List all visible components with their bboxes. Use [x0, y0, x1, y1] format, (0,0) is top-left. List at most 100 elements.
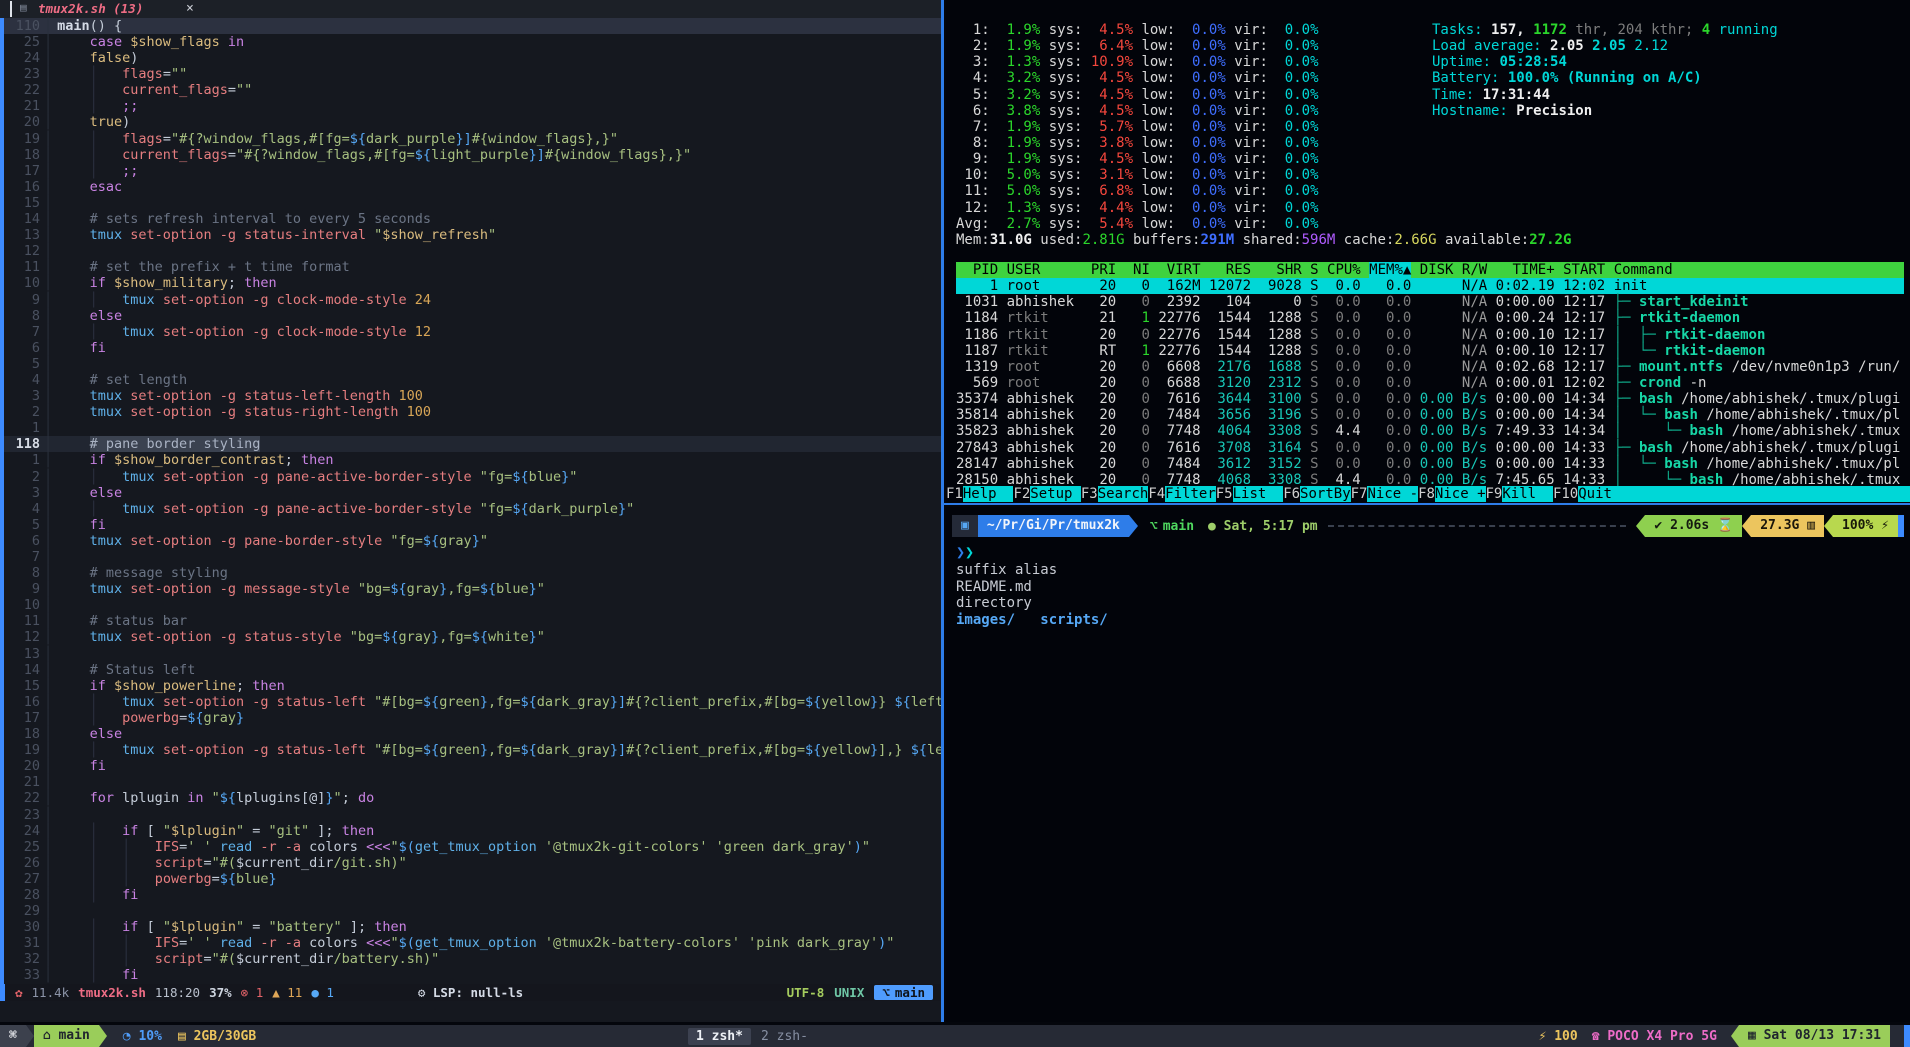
fkey-f10[interactable]: F10 — [1553, 486, 1578, 502]
gutter-separator: │ — [40, 967, 57, 983]
fkey-f9[interactable]: F9 — [1486, 486, 1503, 502]
gutter-separator: │ — [40, 308, 57, 324]
process-row[interactable]: 1031 abhishek 20 0 2392 104 0 S 0.0 0.0 … — [956, 294, 1904, 310]
line-number: 17 — [4, 710, 40, 726]
gutter-separator: │ — [40, 211, 57, 227]
shell-prompt-arrows[interactable]: ❯❯ — [956, 543, 974, 561]
fkey-label-list[interactable]: List — [1233, 486, 1284, 502]
line-number: 32 — [4, 951, 40, 967]
code-line: 118│ # pane border styling — [4, 436, 941, 452]
line-number: 11 — [4, 259, 40, 275]
date-time: ▦ Sat 08/13 17:31 — [1739, 1025, 1890, 1047]
scroll-percent: 37% — [209, 985, 232, 1000]
column-header-s[interactable]: S — [1310, 262, 1318, 278]
gutter-separator: │ — [40, 114, 57, 130]
code-line: 11│ # set the prefix + t time format — [4, 259, 941, 275]
directory-entry[interactable]: scripts/ — [1040, 612, 1124, 628]
git-branch-icon: ⌥ — [1150, 519, 1158, 534]
process-row[interactable]: 1184 rtkit 21 1 22776 1544 1288 S 0.0 0.… — [956, 310, 1904, 326]
tmux-window-active[interactable]: 1 zsh* — [688, 1028, 751, 1045]
system-info-row: Tasks: 157, 1172 thr, 204 kthr; 4 runnin… — [1432, 22, 1778, 38]
directory-entry[interactable]: images/ — [956, 612, 1040, 628]
cpu-row: Avg: 2.7% sys: 5.4% low: 0.0% vir: 0.0% — [956, 216, 1571, 232]
line-number: 2 — [4, 469, 40, 485]
pane-border-vertical[interactable] — [941, 0, 944, 1022]
column-header-pid[interactable]: PID — [956, 262, 998, 278]
gutter-separator: │ — [40, 292, 57, 308]
gutter-separator: │ — [40, 34, 57, 50]
gutter-separator: │ — [40, 951, 57, 967]
column-header-ni[interactable]: NI — [1125, 262, 1150, 278]
column-header-mem%[interactable]: MEM%▲ — [1369, 262, 1411, 278]
session-name[interactable]: ⌂ main — [34, 1025, 99, 1047]
column-header-pri[interactable]: PRI — [1091, 262, 1116, 278]
fkey-label-nice[interactable]: Nice - — [1367, 486, 1418, 502]
pane-border-horizontal[interactable] — [944, 503, 1910, 505]
column-header-user[interactable]: USER — [1007, 262, 1083, 278]
fkey-label-quit[interactable]: Quit — [1578, 486, 1910, 502]
column-header-command[interactable]: Command — [1614, 262, 1673, 278]
process-row[interactable]: 1319 root 20 0 6608 2176 1688 S 0.0 0.0 … — [956, 359, 1904, 375]
fkey-f7[interactable]: F7 — [1351, 486, 1368, 502]
fkey-f3[interactable]: F3 — [1081, 486, 1098, 502]
column-header-start[interactable]: START — [1563, 262, 1605, 278]
line-number: 25 — [4, 839, 40, 855]
process-row[interactable]: 1187 rtkit RT 1 22776 1544 1288 S 0.0 0.… — [956, 343, 1904, 359]
fkey-f2[interactable]: F2 — [1013, 486, 1030, 502]
process-row[interactable]: 35374 abhishek 20 0 7616 3644 3100 S 0.0… — [956, 391, 1904, 407]
fkey-f1[interactable]: F1 — [946, 486, 963, 502]
process-row[interactable]: 35814 abhishek 20 0 7484 3656 3196 S 0.0… — [956, 407, 1904, 423]
fkey-label-kill[interactable]: Kill — [1502, 486, 1553, 502]
indent-guides: │ │ — [57, 951, 155, 967]
process-row[interactable]: 1 root 20 0 162M 12072 9028 S 0.0 0.0 N/… — [956, 278, 1904, 294]
line-number: 15 — [4, 678, 40, 694]
gutter-separator: │ — [40, 275, 57, 291]
process-table-header[interactable]: PID USER PRI NI VIRT RES SHR S CPU% MEM%… — [956, 262, 1904, 278]
indent-guides — [57, 678, 90, 694]
process-row[interactable]: 28147 abhishek 20 0 7484 3612 3152 S 0.0… — [956, 456, 1904, 472]
gutter-separator: │ — [40, 517, 57, 533]
column-header-cpu%[interactable]: CPU% — [1327, 262, 1361, 278]
line-number: 18 — [4, 726, 40, 742]
fkey-label-sortby[interactable]: SortBy — [1300, 486, 1351, 502]
column-header-shr[interactable]: SHR — [1260, 262, 1302, 278]
code-line: 2│ │ tmux set-option -g pane-active-bord… — [4, 469, 941, 485]
tmux-window-inactive[interactable]: 2 zsh- — [761, 1029, 808, 1044]
gutter-separator: │ — [40, 742, 57, 758]
fkey-f8[interactable]: F8 — [1418, 486, 1435, 502]
fkey-label-nice[interactable]: Nice + — [1435, 486, 1486, 502]
tab-filename[interactable]: tmux2k.sh (13) — [38, 1, 143, 16]
fkey-label-search[interactable]: Search — [1098, 486, 1149, 502]
column-header-diskrw[interactable]: DISK R/W — [1420, 262, 1487, 278]
process-row[interactable]: 1186 rtkit 20 0 22776 1544 1288 S 0.0 0.… — [956, 327, 1904, 343]
fkey-label-setup[interactable]: Setup — [1030, 486, 1081, 502]
fkey-f5[interactable]: F5 — [1216, 486, 1233, 502]
vim-mode-icon: ✿ — [15, 985, 23, 1000]
gutter-separator: │ — [40, 597, 57, 613]
process-row[interactable]: 27843 abhishek 20 0 7616 3708 3164 S 0.0… — [956, 440, 1904, 456]
os-logo-icon: ⌘ — [0, 1025, 26, 1047]
line-number: 24 — [4, 823, 40, 839]
fkey-label-help[interactable]: Help — [963, 486, 1014, 502]
indent-guides: │ — [57, 163, 122, 179]
line-number: 4 — [4, 372, 40, 388]
line-number: 31 — [4, 935, 40, 951]
prompt-end-cap — [1898, 515, 1904, 537]
indent-guides: │ — [57, 147, 122, 163]
tab-close-icon[interactable]: × — [186, 1, 194, 16]
fkey-f4[interactable]: F4 — [1148, 486, 1165, 502]
process-table: PID USER PRI NI VIRT RES SHR S CPU% MEM%… — [956, 262, 1904, 488]
gutter-separator: │ — [40, 388, 57, 404]
line-number: 11 — [4, 613, 40, 629]
column-header-virt[interactable]: VIRT — [1158, 262, 1200, 278]
column-header-time+[interactable]: TIME+ — [1496, 262, 1555, 278]
error-count: ⊗ 1 — [241, 985, 264, 1000]
process-row[interactable]: 569 root 20 0 6688 3120 2312 S 0.0 0.0 N… — [956, 375, 1904, 391]
gutter-separator: │ — [40, 340, 57, 356]
gutter-separator: │ — [40, 66, 57, 82]
code-line: 28│ │ fi — [4, 887, 941, 903]
fkey-f6[interactable]: F6 — [1283, 486, 1300, 502]
fkey-label-filter[interactable]: Filter — [1165, 486, 1216, 502]
column-header-res[interactable]: RES — [1209, 262, 1251, 278]
process-row[interactable]: 35823 abhishek 20 0 7748 4064 3308 S 4.4… — [956, 423, 1904, 439]
